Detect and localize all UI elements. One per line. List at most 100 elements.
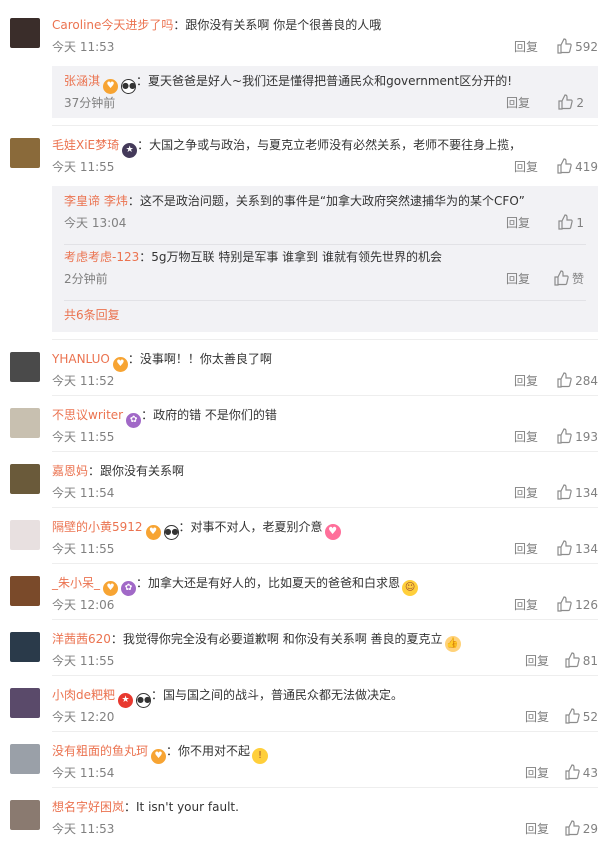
comment-item: 想名字好困岚：It isn't your fault. 今天 11:53 回复 29 [0,792,613,844]
flower-badge-icon: ✿ [121,581,137,596]
username-link[interactable]: Caroline今天进步了吗 [52,18,173,32]
avatar[interactable] [10,688,40,718]
reply-button[interactable]: 回复 [514,540,538,558]
thumbs-up-icon [556,372,575,388]
username-link[interactable]: 洋茜茜620 [52,632,111,646]
member-badge-icon: ♥ [112,357,128,372]
reply-button[interactable]: 回复 [514,372,538,390]
like-button[interactable]: 81 [564,652,598,670]
timestamp: 今天 11:52 [52,374,115,388]
avatar[interactable] [10,632,40,662]
username-link[interactable]: 想名字好困岚 [52,800,124,814]
timestamp: 今天 11:55 [52,430,115,444]
username-link[interactable]: 考虑考虑-123 [64,250,139,264]
avatar[interactable] [10,800,40,830]
like-button[interactable]: 134 [556,484,598,502]
like-button[interactable]: 193 [556,428,598,446]
comment-line: 小肉de粑粑 ★ ●●：国与国之间的战斗，普通民众都无法做决定。 [52,686,403,708]
like-button[interactable]: 419 [556,158,598,176]
sub-reply-line: 考虑考虑-123：5g万物互联 特别是军事 谁拿到 谁就有领先世界的机会 [64,248,442,266]
member-badge-icon: ♥ [151,749,167,764]
like-count: 134 [575,542,598,556]
username-link[interactable]: 隔壁的小黄5912 [52,520,143,534]
like-button[interactable]: 2 [557,94,584,112]
flower-badge-icon: ✿ [126,413,142,428]
username-link[interactable]: 没有粗面的鱼丸珂 [52,744,148,758]
username-link[interactable]: YHANLUO [52,352,110,366]
reply-button[interactable]: 回复 [514,484,538,502]
comment-text: ：对事不对人，老夏别介意 [178,520,323,534]
timestamp: 今天 11:53 [52,40,115,54]
avatar[interactable] [10,520,40,550]
like-button[interactable]: 1 [557,214,584,232]
like-button[interactable]: 赞 [553,270,584,288]
comment-text: ：你不用对不起 [166,744,251,758]
reply-button[interactable]: 回复 [525,764,549,782]
timestamp: 37分钟前 [64,96,116,110]
username-link[interactable]: 嘉恩妈 [52,464,88,478]
divider [52,507,598,508]
comment-line: 洋茜茜620：我觉得你完全没有必要道歉啊 和你没有关系啊 善良的夏克立 👍 [52,630,461,652]
reply-button[interactable]: 回复 [506,214,530,232]
thumbs-up-icon [556,38,575,54]
comment-text: ：大国之争或与政治，与夏克立老师没有必然关系，老师不要往身上揽， [137,138,522,152]
comment-line: YHANLUO ♥ ：没事啊！！你太善良了啊 [52,350,272,372]
like-button[interactable]: 52 [564,708,598,726]
timestamp: 今天 11:54 [52,486,115,500]
reply-button[interactable]: 回复 [506,270,530,288]
like-button[interactable]: 29 [564,820,598,838]
username-link[interactable]: 小肉de粑粑 [52,688,115,702]
member-badge-icon: ♥ [145,525,161,540]
reply-button[interactable]: 回复 [525,708,549,726]
comment-line: 嘉恩妈：跟你没有关系啊 [52,462,184,480]
comment-text: ：跟你没有关系啊 你是个很善良的人哦 [173,18,382,32]
reply-button[interactable]: 回复 [514,38,538,56]
comment-text: ：加拿大还是有好人的，比如夏天的爸爸和白求恩 [136,576,401,590]
reply-button[interactable]: 回复 [514,428,538,446]
thumbs-up-emoji-icon: 👍 [444,636,461,652]
like-count: 2 [576,96,584,110]
username-link[interactable]: 李皇谛 李炜 [64,194,128,208]
reply-button[interactable]: 回复 [506,94,530,112]
like-button[interactable]: 126 [556,596,598,614]
thumbs-up-icon [556,540,575,556]
level-badge-icon: ★ [122,143,138,158]
divider [52,731,598,732]
divider [52,619,598,620]
more-replies-link[interactable]: 共6条回复 [64,306,120,324]
username-link[interactable]: 毛娃XiE梦琦 [52,138,119,152]
panda-badge-icon: ●● [136,693,152,708]
reply-button[interactable]: 回复 [525,652,549,670]
avatar[interactable] [10,352,40,382]
like-count: 134 [575,486,598,500]
like-button[interactable]: 592 [556,38,598,56]
avatar[interactable] [10,408,40,438]
avatar[interactable] [10,18,40,48]
timestamp: 今天 11:55 [52,160,115,174]
avatar[interactable] [10,576,40,606]
avatar[interactable] [10,744,40,774]
avatar[interactable] [10,464,40,494]
grin-emoji-icon: ☺ [402,580,419,596]
divider [64,244,586,245]
like-button[interactable]: 134 [556,540,598,558]
sub-reply-box: 李皇谛 李炜：这不是政治问题，关系到的事件是“加拿大政府突然逮捕华为的某个CFO… [52,186,598,332]
like-button[interactable]: 284 [556,372,598,390]
like-button[interactable]: 43 [564,764,598,782]
reply-button[interactable]: 回复 [514,596,538,614]
comment-text: ：跟你没有关系啊 [88,464,185,478]
panda-badge-icon: ●● [163,525,179,540]
comment-text: ：It isn't your fault. [124,800,239,814]
reply-button[interactable]: 回复 [525,820,549,838]
comment-line: 隔壁的小黄5912 ♥ ●●：对事不对人，老夏别介意 ♥ [52,518,341,540]
heart-emoji-icon: ♥ [324,524,341,540]
username-link[interactable]: _朱小呆_ [52,576,100,590]
avatar[interactable] [10,138,40,168]
username-link[interactable]: 张涵淇 [64,74,100,88]
comment-line: _朱小呆_ ♥ ✿ ：加拿大还是有好人的，比如夏天的爸爸和白求恩 ☺ [52,574,419,596]
username-link[interactable]: 不思议writer [52,408,123,422]
reply-button[interactable]: 回复 [514,158,538,176]
comment-text: ：没事啊！！你太善良了啊 [127,352,272,366]
divider [52,787,598,788]
comment-item: 隔壁的小黄5912 ♥ ●●：对事不对人，老夏别介意 ♥ 今天 11:55 回复 134 [0,512,613,564]
